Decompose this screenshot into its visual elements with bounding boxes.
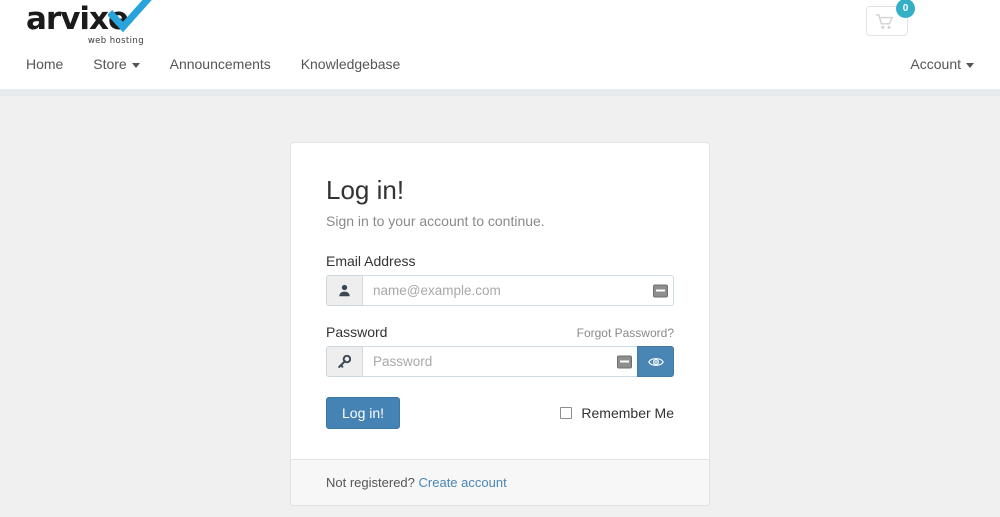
eye-icon bbox=[647, 357, 664, 366]
login-button[interactable]: Log in! bbox=[326, 397, 401, 429]
not-registered-text: Not registered? bbox=[326, 475, 415, 490]
logo-tagline: web hosting bbox=[87, 36, 144, 46]
password-field-label: Password bbox=[326, 324, 388, 340]
password-label-row: Password Forgot Password? bbox=[326, 324, 674, 340]
chevron-down-icon bbox=[966, 62, 974, 68]
header-accent-band bbox=[0, 89, 1000, 96]
nav-item-label: Account bbox=[910, 56, 961, 72]
logo-wordmark: arvixe bbox=[26, 1, 129, 37]
email-input-group: name@example.com bbox=[326, 275, 674, 306]
nav-item-label: Announcements bbox=[169, 56, 271, 72]
toggle-password-visibility-button[interactable] bbox=[637, 346, 674, 377]
cart-button[interactable]: 0 bbox=[866, 0, 915, 36]
nav-right-group: Account bbox=[910, 52, 974, 76]
key-icon-glyph bbox=[338, 355, 351, 368]
nav-item-knowledgebase[interactable]: Knowledgebase bbox=[301, 52, 401, 76]
site-logo[interactable]: arvixe web hosting bbox=[26, 0, 186, 46]
user-icon-glyph bbox=[339, 284, 350, 297]
login-card-body: Log in! Sign in to your account to conti… bbox=[291, 143, 709, 459]
nav-item-account[interactable]: Account bbox=[910, 52, 974, 76]
login-action-row: Log in! Remember Me bbox=[326, 397, 674, 429]
main-navigation: Home Store Announcements Knowledgebase A… bbox=[0, 52, 1000, 88]
cart-count-badge: 0 bbox=[896, 0, 915, 18]
email-label-row: Email Address bbox=[326, 253, 674, 269]
nav-item-announcements[interactable]: Announcements bbox=[170, 52, 271, 76]
page-subtitle: Sign in to your account to continue. bbox=[326, 213, 545, 229]
page-title: Log in! bbox=[326, 175, 405, 205]
password-input-placeholder: Password bbox=[373, 354, 433, 369]
create-account-link[interactable]: Create account bbox=[419, 475, 507, 490]
nav-item-home[interactable]: Home bbox=[26, 52, 63, 76]
site-header: arvixe web hosting 0 Home Store Announce… bbox=[0, 0, 1000, 89]
nav-item-label: Home bbox=[26, 56, 64, 72]
email-input-placeholder: name@example.com bbox=[373, 283, 501, 298]
nav-item-label: Knowledgebase bbox=[300, 56, 401, 72]
nav-left-group: Home Store Announcements Knowledgebase bbox=[26, 52, 426, 76]
email-input[interactable]: name@example.com bbox=[362, 275, 674, 306]
user-icon bbox=[326, 275, 362, 306]
password-input[interactable]: Password bbox=[362, 346, 637, 377]
remember-me-control[interactable]: Remember Me bbox=[560, 405, 674, 421]
shopping-cart-icon bbox=[876, 14, 894, 29]
chevron-down-icon bbox=[131, 62, 140, 68]
login-card: Log in! Sign in to your account to conti… bbox=[290, 142, 710, 506]
login-card-footer: Not registered? Create account bbox=[291, 459, 709, 505]
autofill-icon[interactable] bbox=[617, 355, 632, 368]
remember-me-label: Remember Me bbox=[581, 405, 674, 421]
key-icon bbox=[326, 346, 362, 377]
nav-item-store[interactable]: Store bbox=[93, 52, 140, 76]
forgot-password-link[interactable]: Forgot Password? bbox=[577, 326, 674, 340]
password-input-group: Password bbox=[326, 346, 674, 377]
autofill-icon[interactable] bbox=[653, 284, 668, 297]
remember-me-checkbox[interactable] bbox=[560, 407, 573, 419]
page-body: Log in! Sign in to your account to conti… bbox=[0, 96, 1000, 517]
nav-item-label: Store bbox=[93, 56, 127, 72]
email-field-label: Email Address bbox=[326, 253, 416, 269]
